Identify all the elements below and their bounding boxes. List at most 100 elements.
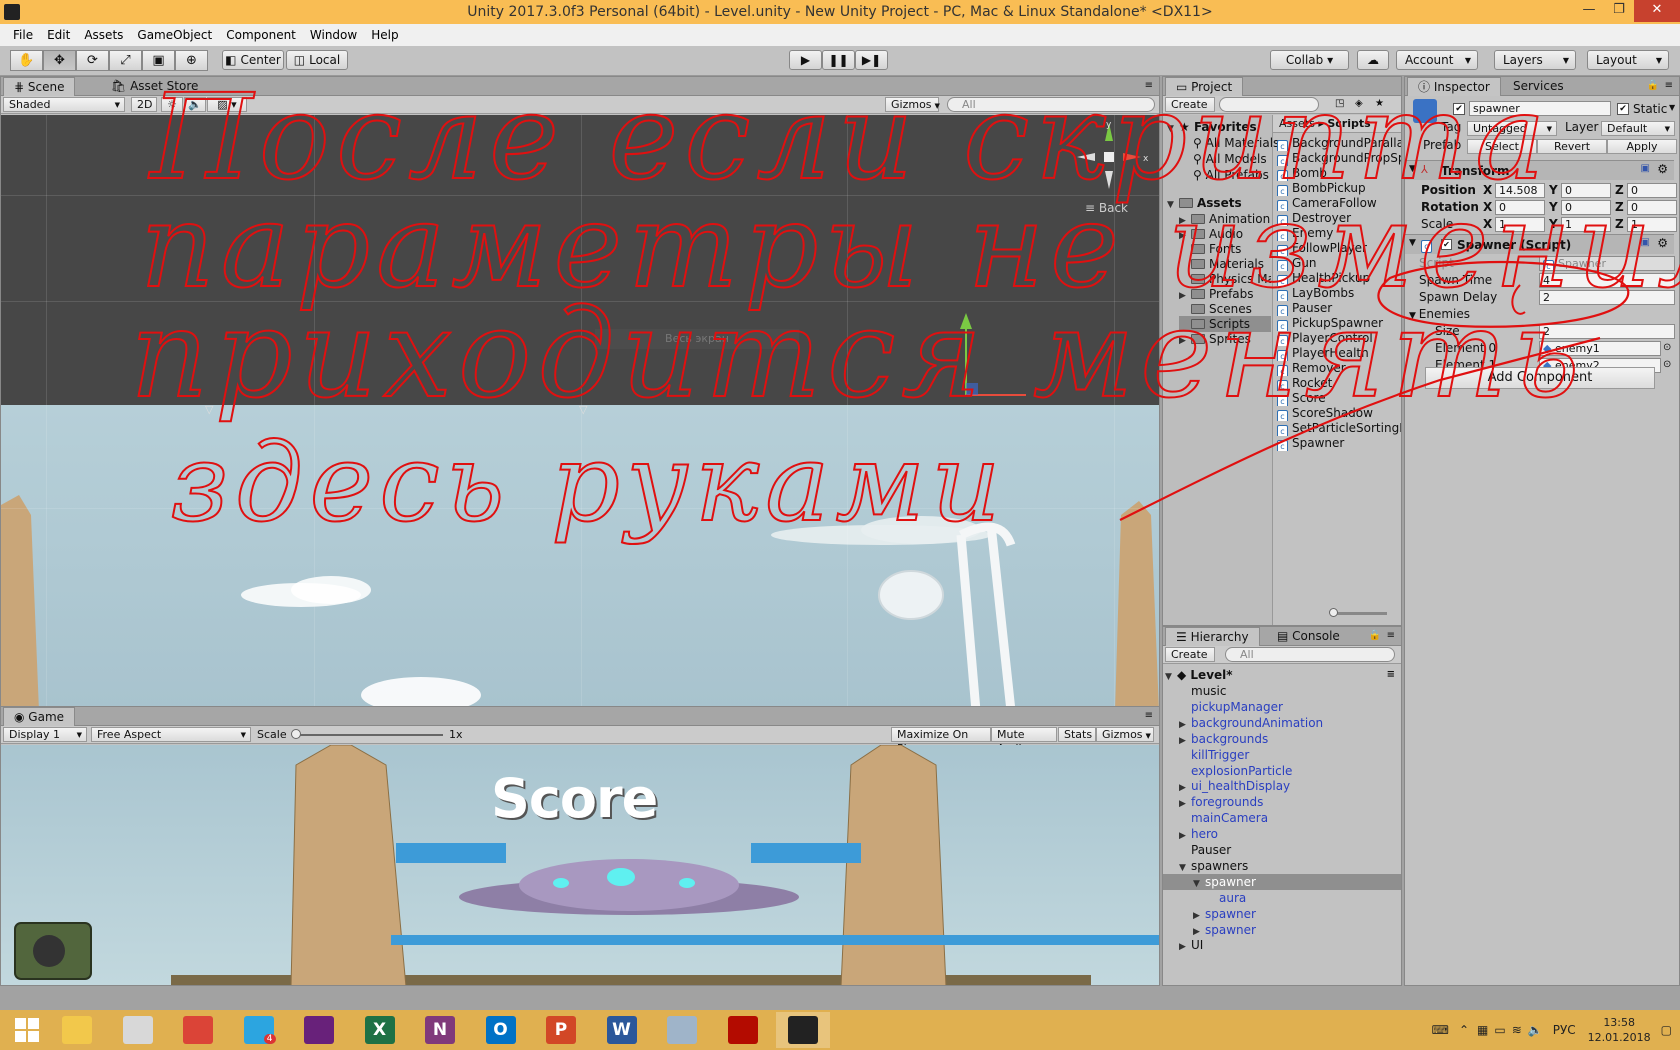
back-view-label[interactable]: ≡ Back (1085, 201, 1128, 215)
aspect-dropdown[interactable]: Free Aspect ▼ (91, 727, 251, 742)
taskbar-visual-studio-button[interactable] (292, 1012, 346, 1048)
scale-slider[interactable] (291, 729, 443, 739)
panel-menu-icon[interactable]: ≡ (1145, 80, 1153, 91)
asset-folder-row[interactable]: Fonts (1179, 241, 1271, 257)
taskbar-file-explorer-button[interactable] (50, 1012, 104, 1048)
network-icon[interactable]: ▦ (1477, 1023, 1488, 1037)
assets-header[interactable]: ▼ Assets (1167, 195, 1242, 211)
lock-icon[interactable]: 🔒 (1369, 630, 1381, 641)
project-search-input[interactable] (1219, 97, 1319, 112)
prefab-select-button[interactable]: Select (1467, 139, 1537, 154)
menu-component[interactable]: Component (219, 28, 303, 42)
move-tool-icon[interactable]: ✥ (43, 50, 76, 71)
script-file-item[interactable]: c Destroyer (1277, 210, 1401, 226)
language-indicator[interactable]: РУС (1553, 1023, 1576, 1037)
tab-project[interactable]: ▭ Project (1165, 77, 1244, 96)
hierarchy-item[interactable]: ▶ UI (1163, 937, 1401, 953)
collab-button[interactable]: Collab ▾ (1270, 50, 1349, 70)
transform-x-input[interactable]: 14.508 (1495, 183, 1545, 198)
effects-dropdown[interactable]: ▨ ▾ (207, 97, 247, 112)
menu-file[interactable]: File (6, 28, 40, 42)
layer-dropdown[interactable]: Default ▼ (1601, 121, 1675, 136)
tab-game[interactable]: ◉ Game (3, 707, 76, 726)
static-checkbox[interactable]: ✔ (1617, 103, 1629, 115)
chevron-down-icon[interactable]: ▼ (1669, 103, 1675, 112)
restore-button[interactable]: ❐ (1604, 0, 1634, 22)
filter-type-icon[interactable]: ◳ (1335, 98, 1344, 109)
audio-toggle[interactable]: 🔈 (184, 97, 206, 112)
hierarchy-item[interactable]: ▶ ui_healthDisplay (1163, 778, 1401, 794)
script-file-item[interactable]: c Remover (1277, 360, 1401, 376)
script-file-item[interactable]: c LayBombs (1277, 285, 1401, 301)
taskbar-calculator-button[interactable] (655, 1012, 709, 1048)
favorite-item[interactable]: ⚲ All Prefabs (1193, 167, 1269, 183)
help-book-icon[interactable]: ▣ (1641, 237, 1650, 248)
gear-icon[interactable]: ⚙ (1657, 162, 1668, 176)
lighting-toggle[interactable]: ☼ (161, 97, 183, 112)
taskbar-onenote-button[interactable]: N (413, 1012, 467, 1048)
hierarchy-item[interactable]: mainCamera (1163, 810, 1401, 826)
transform-x-input[interactable]: 0 (1495, 200, 1545, 215)
shading-mode-dropdown[interactable]: Shaded ▼ (3, 97, 125, 112)
account-dropdown[interactable]: Account ▼ (1396, 50, 1478, 70)
spawn-delay-input[interactable]: 2 (1539, 290, 1675, 305)
taskbar-outlook-button[interactable]: O (474, 1012, 528, 1048)
play-button[interactable]: ▶ (789, 50, 822, 70)
tab-console[interactable]: ▤ Console (1267, 627, 1350, 646)
pause-button[interactable]: ❚❚ (822, 50, 855, 70)
script-file-item[interactable]: c Rocket (1277, 375, 1401, 391)
hierarchy-item[interactable]: ▶ foregrounds (1163, 794, 1401, 810)
enemies-foldout[interactable]: ▼ Enemies (1409, 306, 1470, 324)
asset-folder-row[interactable]: Physics Materials (1179, 271, 1271, 287)
taskbar-word-button[interactable]: W (595, 1012, 649, 1048)
script-file-item[interactable]: c FollowPlayer (1277, 240, 1401, 256)
taskbar-acrobat-button[interactable] (716, 1012, 770, 1048)
scene-viewport[interactable]: Весь экран y x ≡ Back ▽ ▽ (1, 115, 1159, 711)
game-gizmos-dropdown[interactable]: Gizmos ▼ (1096, 727, 1154, 742)
layers-dropdown[interactable]: Layers ▼ (1494, 50, 1576, 70)
array-size-input[interactable]: 2 (1539, 324, 1675, 339)
maximize-on-play-toggle[interactable]: Maximize On Play (891, 727, 991, 755)
tab-scene[interactable]: ⋕ Scene (3, 77, 76, 96)
asset-folder-row[interactable]: Scripts (1179, 316, 1271, 332)
tab-hierarchy[interactable]: ☰ Hierarchy (1165, 627, 1260, 646)
prefab-apply-button[interactable]: Apply (1607, 139, 1677, 154)
transform-z-input[interactable]: 0 (1627, 200, 1677, 215)
panel-menu-icon[interactable]: ≡ (1387, 667, 1395, 683)
hierarchy-item[interactable]: ▶ backgrounds (1163, 731, 1401, 747)
filter-label-icon[interactable]: ◈ (1355, 98, 1363, 109)
breadcrumb-item[interactable]: Assets (1279, 117, 1315, 130)
close-button[interactable]: ✕ (1634, 0, 1680, 22)
component-enabled-checkbox[interactable]: ✔ (1441, 239, 1452, 250)
object-name-input[interactable]: spawner (1469, 101, 1611, 116)
minimize-button[interactable]: — (1574, 0, 1604, 22)
script-file-item[interactable]: c PlayerControl (1277, 330, 1401, 346)
hierarchy-item[interactable]: ▶ backgroundAnimation (1163, 715, 1401, 731)
taskbar-chrome-button[interactable] (171, 1012, 225, 1048)
script-file-item[interactable]: c Score (1277, 390, 1401, 406)
orientation-gizmo-icon[interactable]: y x (1073, 117, 1153, 197)
tab-services[interactable]: Services (1503, 77, 1574, 96)
notification-icon[interactable]: ▢ (1661, 1023, 1672, 1037)
tag-dropdown[interactable]: Untagged ▼ (1467, 121, 1557, 136)
asset-folder-row[interactable]: ▶ Animation (1179, 211, 1271, 227)
transform-x-input[interactable]: 1 (1495, 217, 1545, 232)
asset-folder-row[interactable]: Materials (1179, 256, 1271, 272)
add-component-button[interactable]: Add Component (1425, 367, 1655, 389)
hierarchy-search-input[interactable]: All (1225, 647, 1395, 662)
help-book-icon[interactable]: ▣ (1641, 163, 1650, 174)
taskbar-unity-button[interactable] (776, 1012, 830, 1048)
2d-toggle[interactable]: 2D (131, 97, 157, 112)
taskbar-paint-button[interactable] (111, 1012, 165, 1048)
hierarchy-item[interactable]: ▶ hero (1163, 826, 1401, 842)
enemy-prefab-field[interactable]: ◆ enemy1 (1539, 341, 1661, 356)
stats-toggle[interactable]: Stats (1058, 727, 1096, 742)
menu-window[interactable]: Window (303, 28, 364, 42)
tab-asset-store[interactable]: 🛍 Asset Store (101, 77, 208, 96)
hierarchy-item[interactable]: ▼ spawner (1163, 873, 1401, 890)
rect-tool-icon[interactable]: ▣ (142, 50, 175, 71)
hierarchy-item[interactable]: killTrigger (1163, 747, 1401, 763)
hand-tool-icon[interactable]: ✋ (10, 50, 43, 71)
transform-header[interactable]: ▼ ⅄ Transform ▣ ⚙ (1405, 160, 1674, 180)
menu-assets[interactable]: Assets (77, 28, 130, 42)
